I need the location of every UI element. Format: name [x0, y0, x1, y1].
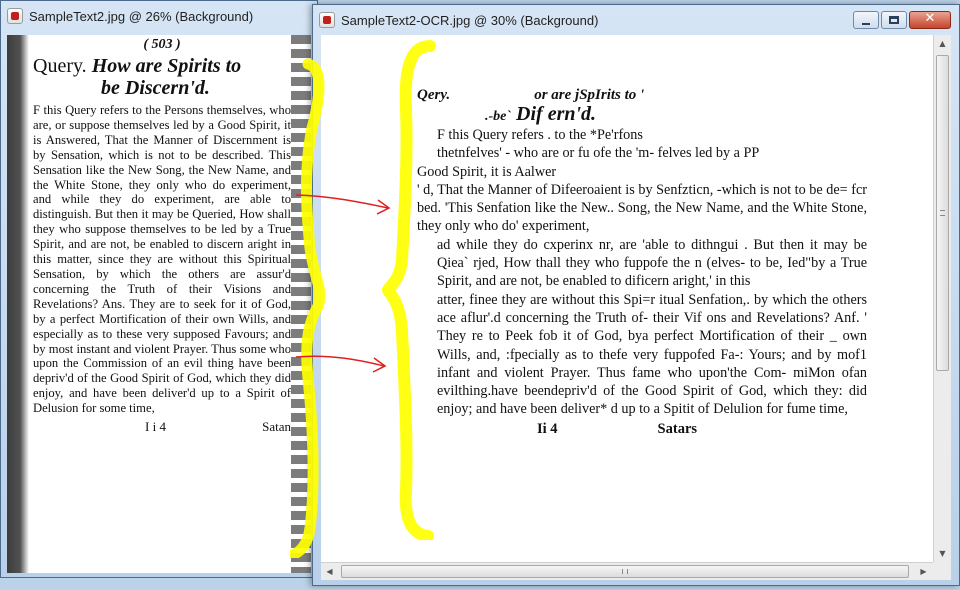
bottom-arrow — [295, 355, 385, 367]
annotation-arrows — [295, 194, 391, 373]
top-arrow — [295, 194, 389, 209]
